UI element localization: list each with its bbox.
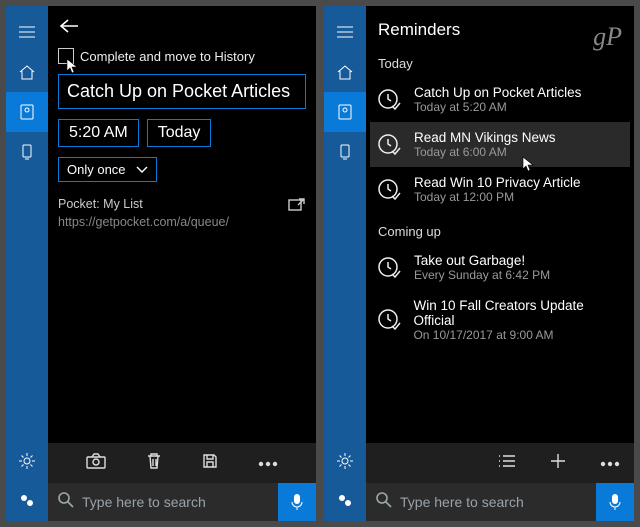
settings-icon[interactable] [6, 441, 48, 481]
reminder-item[interactable]: Read MN Vikings NewsToday at 6:00 AM [370, 122, 630, 167]
more-icon[interactable] [258, 454, 278, 472]
date-field[interactable]: Today [147, 119, 212, 147]
add-icon[interactable] [550, 453, 566, 474]
link-title: Pocket: My List [58, 196, 229, 214]
complete-row[interactable]: Complete and move to History [58, 48, 306, 64]
search-placeholder: Type here to search [74, 494, 278, 510]
left-sidebar [6, 6, 48, 521]
delete-icon[interactable] [146, 452, 162, 475]
device-icon[interactable] [6, 132, 48, 172]
right-toolbar [366, 443, 634, 483]
reminder-item[interactable]: Win 10 Fall Creators Update OfficialOn 1… [370, 290, 630, 350]
search-icon [376, 492, 392, 513]
cursor-icon [522, 156, 534, 177]
feedback-icon[interactable] [6, 481, 48, 521]
menu-icon[interactable] [324, 12, 366, 52]
page-title: Reminders [376, 14, 624, 50]
notebook-icon[interactable] [324, 92, 366, 132]
section-today: Today [376, 50, 624, 77]
left-searchbar[interactable]: Type here to search [48, 483, 316, 521]
chevron-down-icon [136, 162, 148, 177]
left-panel: Complete and move to History Catch Up on… [6, 6, 316, 521]
back-icon[interactable] [58, 18, 80, 39]
device-icon[interactable] [324, 132, 366, 172]
clock-check-icon [376, 132, 402, 158]
clock-check-icon [376, 177, 402, 203]
camera-icon[interactable] [86, 453, 106, 474]
notebook-icon[interactable] [6, 92, 48, 132]
right-sidebar [324, 6, 366, 521]
feedback-icon[interactable] [324, 481, 366, 521]
settings-icon[interactable] [324, 441, 366, 481]
cursor-icon [66, 58, 78, 77]
save-icon[interactable] [202, 453, 218, 474]
right-content: gP Reminders Today Catch Up on Pocket Ar… [366, 6, 634, 521]
open-link-icon[interactable] [288, 196, 306, 218]
clock-check-icon [376, 87, 402, 113]
mic-button[interactable] [596, 483, 634, 521]
search-placeholder: Type here to search [392, 494, 596, 510]
reminder-item[interactable]: Catch Up on Pocket ArticlesToday at 5:20… [370, 77, 630, 122]
search-icon [58, 492, 74, 513]
reminder-item[interactable]: Take out Garbage!Every Sunday at 6:42 PM [370, 245, 630, 290]
recurrence-dropdown[interactable]: Only once [58, 157, 157, 182]
more-icon[interactable] [600, 454, 620, 472]
left-content: Complete and move to History Catch Up on… [48, 6, 316, 521]
right-searchbar[interactable]: Type here to search [366, 483, 634, 521]
home-icon[interactable] [6, 52, 48, 92]
right-panel: gP Reminders Today Catch Up on Pocket Ar… [324, 6, 634, 521]
clock-check-icon [376, 255, 402, 281]
left-toolbar [48, 443, 316, 483]
recurrence-label: Only once [67, 162, 126, 177]
clock-check-icon [376, 307, 401, 333]
complete-label: Complete and move to History [80, 49, 255, 64]
link-url: https://getpocket.com/a/queue/ [58, 214, 229, 232]
attached-link[interactable]: Pocket: My List https://getpocket.com/a/… [58, 196, 306, 231]
reminder-item[interactable]: Read Win 10 Privacy ArticleToday at 12:0… [370, 167, 630, 212]
mic-button[interactable] [278, 483, 316, 521]
time-field[interactable]: 5:20 AM [58, 119, 139, 147]
reminder-title-input[interactable]: Catch Up on Pocket Articles [58, 74, 306, 109]
list-icon[interactable] [498, 454, 516, 473]
menu-icon[interactable] [6, 12, 48, 52]
section-coming: Coming up [376, 218, 624, 245]
home-icon[interactable] [324, 52, 366, 92]
